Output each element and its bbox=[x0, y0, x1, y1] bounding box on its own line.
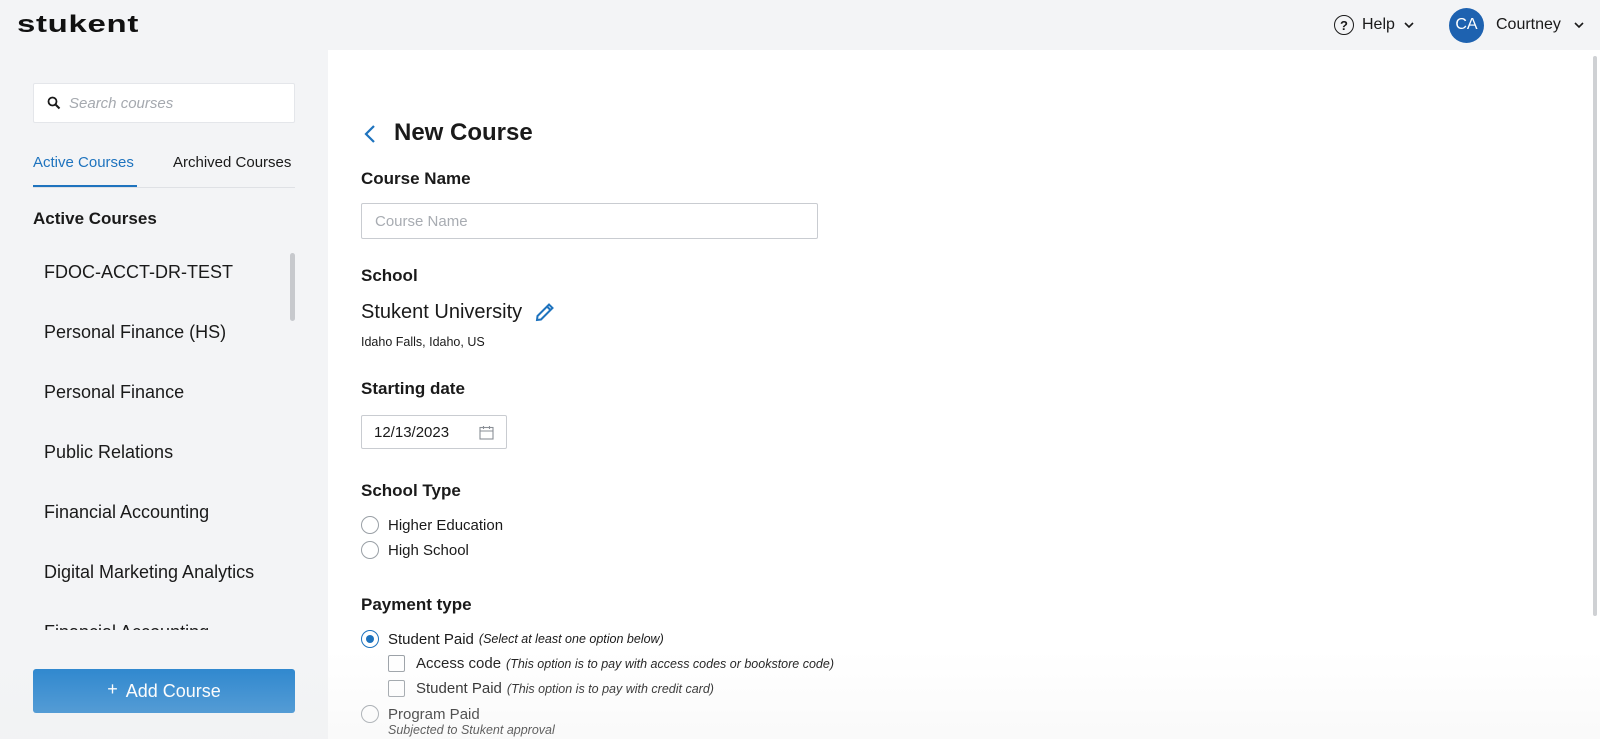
help-menu[interactable]: ? Help bbox=[1334, 13, 1415, 37]
top-bar: stukent ? Help CA Courtney bbox=[0, 0, 1600, 50]
calendar-icon bbox=[479, 426, 494, 440]
school-location: Idaho Falls, Idaho, US bbox=[361, 335, 485, 349]
radio-program-paid[interactable]: Program Paid bbox=[361, 705, 480, 723]
payment-type-label: Payment type bbox=[361, 595, 472, 614]
main-scrollbar[interactable] bbox=[1593, 56, 1597, 616]
search-input[interactable] bbox=[69, 94, 279, 112]
starting-date-value: 12/13/2023 bbox=[374, 423, 450, 441]
tab-active-courses[interactable]: Active Courses bbox=[33, 154, 134, 171]
radio-label: Program Paid bbox=[388, 705, 480, 723]
tab-archived-courses[interactable]: Archived Courses bbox=[173, 154, 291, 171]
course-item[interactable]: Financial Accounting bbox=[44, 622, 209, 630]
back-arrow-icon[interactable] bbox=[362, 122, 378, 146]
chevron-down-icon bbox=[1404, 22, 1414, 29]
course-item[interactable]: Personal Finance (HS) bbox=[44, 322, 226, 343]
user-name: Courtney bbox=[1496, 16, 1561, 33]
radio-button-selected[interactable] bbox=[361, 630, 379, 648]
starting-date-field[interactable]: 12/13/2023 bbox=[361, 415, 507, 449]
course-item[interactable]: Digital Marketing Analytics bbox=[44, 562, 254, 583]
radio-label: Student Paid bbox=[388, 630, 474, 648]
add-course-label: Add Course bbox=[125, 680, 221, 701]
checkbox[interactable] bbox=[388, 680, 405, 697]
checkbox-student-paid-card[interactable]: Student Paid (This option is to pay with… bbox=[388, 680, 714, 697]
search-icon bbox=[47, 96, 61, 110]
course-item[interactable]: Personal Finance bbox=[44, 382, 184, 403]
radio-label: Higher Education bbox=[388, 516, 504, 534]
sidebar: Active Courses Archived Courses Active C… bbox=[0, 50, 328, 739]
search-box bbox=[33, 83, 295, 123]
stukent-logo[interactable]: stukent bbox=[17, 12, 141, 36]
avatar: CA bbox=[1449, 7, 1484, 43]
question-circle-icon: ? bbox=[1334, 15, 1354, 35]
radio-button[interactable] bbox=[361, 541, 379, 559]
radio-student-paid[interactable]: Student Paid (Select at least one option… bbox=[361, 630, 664, 648]
section-heading: Active Courses bbox=[33, 209, 157, 228]
course-list: FDOC-ACCT-DR-TEST Personal Finance (HS) … bbox=[0, 240, 290, 630]
school-type-label: School Type bbox=[361, 481, 461, 500]
radio-higher-education[interactable]: Higher Education bbox=[361, 516, 503, 534]
radio-label: High School bbox=[388, 541, 469, 559]
chevron-down-icon bbox=[1574, 22, 1584, 29]
radio-high-school[interactable]: High School bbox=[361, 541, 469, 559]
credit-card-note: (This option is to pay with credit card) bbox=[506, 681, 714, 696]
checkbox-label: Access code bbox=[416, 655, 502, 672]
help-label: Help bbox=[1362, 16, 1395, 33]
program-paid-note: Subjected to Stukent approval bbox=[388, 723, 555, 737]
course-list-scrollbar[interactable] bbox=[290, 253, 295, 321]
course-item[interactable]: Public Relations bbox=[44, 442, 173, 463]
radio-button[interactable] bbox=[361, 516, 379, 534]
plus-icon: + bbox=[107, 679, 118, 699]
radio-button[interactable] bbox=[361, 705, 379, 723]
checkbox-label: Student Paid bbox=[416, 680, 502, 697]
school-name: Stukent University bbox=[361, 301, 523, 323]
course-item[interactable]: Financial Accounting bbox=[44, 502, 209, 523]
logo-text: stukent bbox=[17, 12, 139, 36]
student-paid-note: (Select at least one option below) bbox=[478, 632, 664, 646]
access-code-note: (This option is to pay with access codes… bbox=[506, 656, 834, 671]
course-name-label: Course Name bbox=[361, 169, 471, 188]
checkbox[interactable] bbox=[388, 655, 405, 672]
course-item[interactable]: FDOC-ACCT-DR-TEST bbox=[44, 262, 233, 283]
checkbox-access-code[interactable]: Access code (This option is to pay with … bbox=[388, 655, 834, 672]
main-panel: New Course Course Name School Stukent Un… bbox=[328, 50, 1600, 739]
course-tabs: Active Courses Archived Courses bbox=[33, 148, 295, 188]
user-menu[interactable]: CA Courtney bbox=[1449, 7, 1585, 43]
active-tab-indicator bbox=[33, 185, 137, 187]
page-title: New Course bbox=[394, 119, 533, 146]
starting-date-label: Starting date bbox=[361, 379, 465, 398]
add-course-button[interactable]: + Add Course bbox=[33, 669, 295, 713]
school-label: School bbox=[361, 266, 418, 285]
pencil-icon[interactable] bbox=[534, 301, 556, 323]
course-name-input[interactable] bbox=[361, 203, 818, 239]
